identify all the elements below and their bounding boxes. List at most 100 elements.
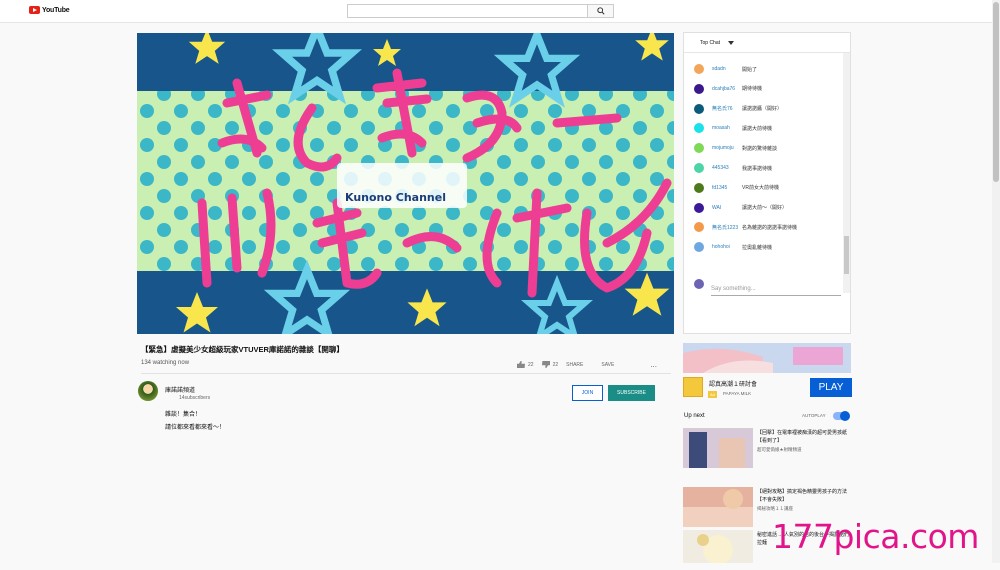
ad-banner-image: [683, 343, 851, 373]
chat-text: 我諾事諾待機: [742, 165, 773, 172]
chat-avatar: [694, 83, 704, 94]
thumbs-down-icon: [542, 361, 550, 368]
chat-text: 拉奧亂雜待機: [742, 244, 773, 251]
chat-message: moasah 讓諾大前待機: [694, 122, 772, 134]
like-count: 22: [528, 361, 534, 368]
more-icon: ...: [650, 360, 657, 369]
dislike-button[interactable]: 22: [542, 361, 559, 368]
chat-author: fd1345: [712, 184, 728, 191]
chat-message: 無名氏76 讓諾諾醬（開好）: [694, 103, 782, 115]
save-label: SAVE: [601, 361, 615, 368]
video-title: 【緊急】虛擬美少女超級玩家VTUVER庫諾諾的雜談【開聊】: [141, 345, 344, 354]
chat-avatar: [694, 123, 704, 134]
chat-scroll-thumb[interactable]: [844, 236, 849, 274]
save-button[interactable]: SAVE: [601, 362, 614, 368]
autoplay-label: AUTOPLAY: [802, 413, 826, 418]
chat-avatar: [694, 163, 704, 173]
play-ad-button[interactable]: PLAY: [810, 378, 852, 397]
live-chat: Top Chat sdadn 開始了 dcahjba76 期待待機無名氏76 讓諾諾醬（…: [683, 32, 851, 334]
top-chat-label: Top Chat: [700, 40, 721, 46]
chat-author: WAI: [712, 204, 722, 211]
chat-avatar: [694, 202, 704, 213]
chat-text: 讓諾大前待機: [742, 125, 773, 132]
channel-name[interactable]: 庫諾諾頻道: [165, 385, 195, 394]
chat-author: dcahjba76: [712, 85, 736, 92]
up-next-label: Up next: [684, 413, 705, 419]
youtube-logo[interactable]: YouTube: [29, 6, 70, 14]
channel-avatar[interactable]: [138, 381, 158, 401]
chat-avatar: [694, 143, 704, 154]
subscribe-button[interactable]: SUBSCRIBE: [608, 385, 655, 401]
chat-header[interactable]: Top Chat: [684, 33, 850, 53]
ad-row[interactable]: 認真高潮１研討會 Ad PAPAYA MILK PLAY: [683, 375, 852, 401]
join-button[interactable]: JOIN: [572, 385, 603, 401]
video-frame: Kunono Channel: [137, 33, 674, 334]
subscriber-count: 14subscribers: [179, 395, 211, 401]
ad-tag: Ad: [708, 391, 717, 398]
chat-input[interactable]: Say something...: [711, 286, 841, 296]
chat-text: 開始了: [742, 66, 758, 73]
ad-brand: PAPAYA MILK: [723, 391, 752, 396]
chat-text: 讓諾大前～（開好）: [742, 205, 788, 212]
chat-author: moasah: [712, 125, 730, 132]
page-scrollbar[interactable]: [992, 0, 1000, 563]
video-player[interactable]: Kunono Channel: [137, 33, 674, 334]
video-thumbnail: [683, 428, 753, 468]
chat-text: 名為雜諾的諾諾事諾待機: [742, 224, 798, 231]
chat-text: 期待待機: [742, 86, 763, 93]
chat-message: WAI 讓諾大前～（開好）: [694, 202, 787, 214]
description-line: 雜談！集合！: [165, 412, 202, 418]
svg-text:Kunono Channel: Kunono Channel: [345, 191, 446, 204]
chat-avatar: [694, 242, 704, 253]
chevron-down-icon: [728, 41, 734, 45]
chat-message: sdadn 開始了: [694, 63, 757, 75]
like-button[interactable]: 22: [517, 361, 534, 368]
ad-title: 認真高潮１研討會: [709, 382, 758, 388]
chat-author: sdadn: [712, 66, 726, 72]
chat-message: 445343 我諾事諾待機: [694, 162, 772, 174]
divider: [141, 373, 671, 374]
chat-message: 無名氏1223 名為雜諾的諾諾事諾待機: [694, 221, 797, 233]
chat-scrollbar[interactable]: [843, 53, 850, 293]
chat-text: VR前女大前待機: [742, 185, 779, 192]
chat-avatar: [694, 222, 704, 233]
top-bar: YouTube: [0, 0, 992, 23]
chat-author: 無名氏1223: [712, 224, 739, 231]
chat-author: mojumoju: [712, 145, 734, 152]
logo-text: YouTube: [42, 6, 70, 14]
view-count: 134 watching now: [141, 360, 190, 366]
search-button[interactable]: [587, 4, 614, 18]
video-actions: 22 22 SHARE SAVE ...: [517, 360, 657, 369]
chat-author: 445343: [712, 165, 729, 171]
recommended-video[interactable]: 【回擊】在電車裡被痴漢的超可愛男孩紙【看到了】 超可愛偽娘★射精頻道: [683, 428, 851, 468]
chat-text: 對諾的驚待雜談: [742, 145, 778, 152]
chat-avatar: [694, 182, 704, 193]
more-actions-button[interactable]: ...: [650, 360, 657, 369]
ad-app-icon: [683, 377, 703, 397]
search-input[interactable]: [347, 4, 588, 18]
search-icon: [596, 7, 605, 15]
recommended-title: 【絕對攻略】搞定褐色精靈男孩子的方法【不會失敗】: [757, 489, 848, 503]
recommended-title: 【回擊】在電車裡被痴漢的超可愛男孩紙【看到了】: [757, 430, 848, 444]
description-line: 請位都來看都來看～！: [165, 425, 226, 431]
chat-avatar: [694, 103, 704, 114]
page-scroll-thumb[interactable]: [993, 2, 999, 182]
watermark: 177pica.com: [772, 517, 979, 556]
recommended-channel: 超可愛偽娘★射精頻道: [757, 447, 802, 452]
chat-avatar: [694, 64, 704, 74]
ad-banner[interactable]: [683, 343, 851, 373]
video-thumbnail: [683, 530, 753, 570]
user-avatar: [694, 279, 704, 289]
play-logo-icon: [29, 6, 40, 14]
share-button[interactable]: SHARE: [566, 362, 583, 368]
chat-message: dcahjba76 期待待機: [694, 83, 762, 95]
recommended-channel: 揭秘攻略１１講座: [757, 506, 793, 511]
share-label: SHARE: [566, 361, 584, 368]
chat-message: mojumoju 對諾的驚待雜談: [694, 142, 777, 154]
autoplay-toggle[interactable]: [833, 411, 850, 421]
video-thumbnail: [683, 487, 753, 527]
chat-message: hohohoi 拉奧亂雜待機: [694, 241, 772, 253]
dislike-count: 22: [552, 361, 559, 368]
chat-author: hohohoi: [712, 244, 730, 251]
thumbs-up-icon: [517, 361, 525, 368]
